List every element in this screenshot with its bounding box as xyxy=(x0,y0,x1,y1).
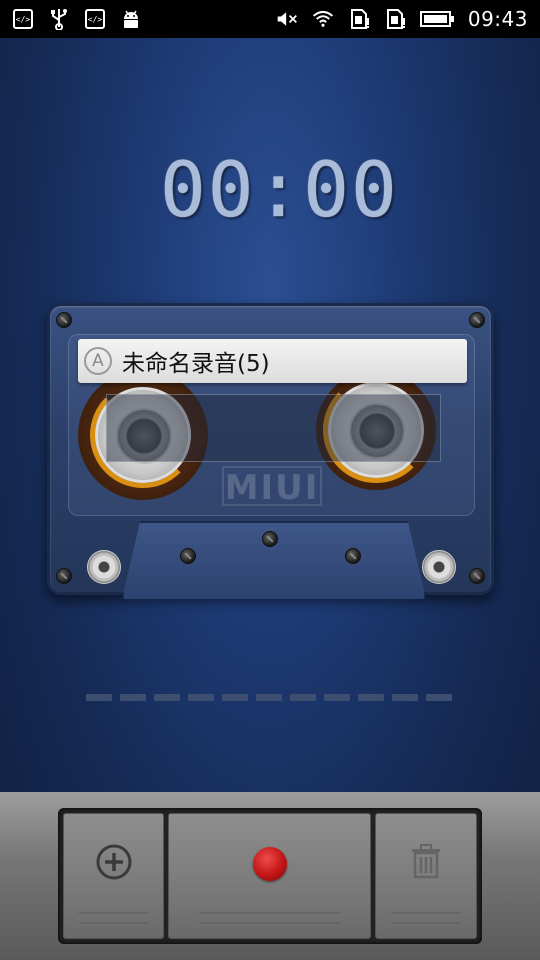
recording-name-label[interactable]: A 未命名录音(5) xyxy=(78,339,467,383)
screw-icon xyxy=(469,312,485,328)
sim2-icon xyxy=(384,8,406,30)
screw-icon xyxy=(56,312,72,328)
side-a-icon: A xyxy=(84,347,112,375)
level-meter xyxy=(86,694,452,701)
recording-timer: 00:00 xyxy=(160,145,399,234)
recordings-list-button[interactable] xyxy=(63,813,164,939)
screw-icon xyxy=(469,568,485,584)
usb-icon xyxy=(48,8,70,30)
clock: 09:43 xyxy=(467,7,528,31)
control-panel xyxy=(58,808,482,944)
control-bar xyxy=(0,792,540,960)
trash-icon xyxy=(409,843,443,885)
tape-window xyxy=(106,394,441,462)
gear-icon xyxy=(87,550,121,584)
add-icon xyxy=(95,843,133,885)
screw-icon xyxy=(56,568,72,584)
hole-icon xyxy=(345,548,361,564)
brand-logo: MIUI xyxy=(222,466,322,508)
battery-icon xyxy=(419,8,454,30)
delete-button[interactable] xyxy=(375,813,477,939)
code-icon: </> xyxy=(12,8,34,30)
sim1-icon xyxy=(348,8,370,30)
record-button[interactable] xyxy=(168,813,371,939)
code-icon: </> xyxy=(84,8,106,30)
wifi-icon xyxy=(312,8,334,30)
record-icon xyxy=(252,847,287,881)
android-icon xyxy=(120,8,142,30)
hole-icon xyxy=(180,548,196,564)
cassette: MIUI A 未命名录音(5) xyxy=(47,303,494,599)
gear-icon xyxy=(422,550,456,584)
recording-name: 未命名录音(5) xyxy=(122,351,270,377)
status-bar: </> </> 09:43 xyxy=(0,0,540,38)
mute-icon xyxy=(276,8,298,30)
screw-icon xyxy=(262,531,278,547)
